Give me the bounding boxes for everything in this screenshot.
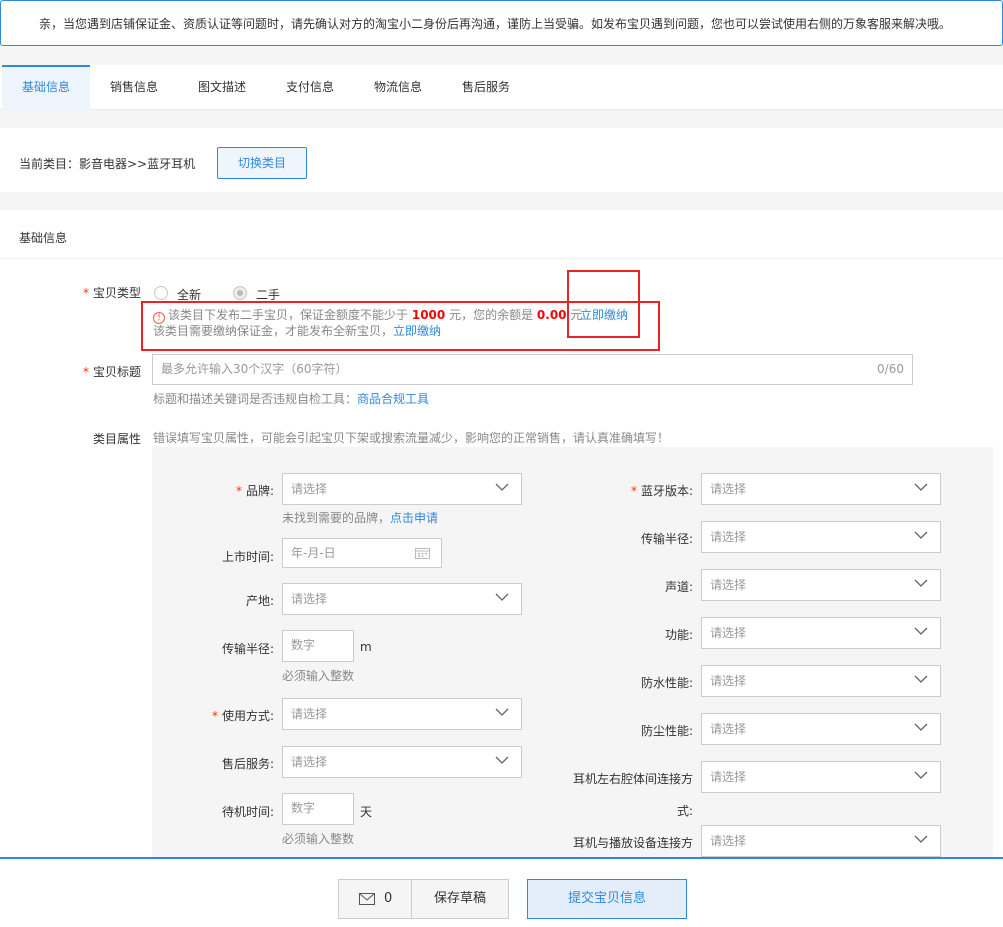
radio-new[interactable] [154,286,168,300]
chevron-down-icon [914,723,928,731]
lr-connect-label-2: 式: [676,804,693,818]
title-hint: 标题和描述关键词是否违规自检工具：商品合规工具 [153,392,430,406]
bt-version-select[interactable]: 请选择 [701,473,941,505]
chevron-down-icon [914,771,928,779]
tab-description[interactable]: 图文描述 [178,65,266,110]
save-draft-button[interactable]: 保存草稿 [411,879,509,919]
submit-button[interactable]: 提交宝贝信息 [527,879,687,919]
basic-info-card: 基础信息 * 宝贝类型 全新 二手 ! 该类目下发布二手宝贝，保证金额度不能少于 1… [0,210,1003,870]
bottom-action-bar: 0 保存草稿 提交宝贝信息 [0,857,1003,927]
attributes-panel: * 品牌: 请选择 未找到需要的品牌，点击申请 上市时间: 年-月-日 产地: 请… [152,447,993,870]
message-button[interactable]: 0 [338,879,411,919]
lr-connect-select[interactable]: 请选择 [701,761,941,793]
origin-select[interactable]: 请选择 [282,583,522,615]
brand-hint: 未找到需要的品牌，点击申请 [282,511,439,525]
bt-version-label: * 蓝牙版本: [630,484,693,498]
device-connect-label: 耳机与播放设备连接方 [572,836,693,850]
launch-time-label: 上市时间: [221,550,274,564]
after-sale-label: 售后服务: [221,757,274,771]
item-type-label: * 宝贝类型 [82,286,141,300]
chevron-down-icon [495,708,509,716]
brand-select[interactable]: 请选择 [282,473,522,505]
after-sale-select[interactable]: 请选择 [282,746,522,778]
brand-label: * 品牌: [235,484,274,498]
radio-used[interactable] [233,286,247,300]
range-unit: m [360,640,372,654]
calendar-icon [415,548,430,559]
tab-bar: 基础信息 销售信息 图文描述 支付信息 物流信息 售后服务 [0,65,1003,110]
origin-label: 产地: [245,594,274,608]
device-connect-select[interactable]: 请选择 [701,825,941,857]
tab-payment-info[interactable]: 支付信息 [266,65,354,110]
apply-brand-link[interactable]: 点击申请 [390,511,438,525]
attributes-warning: 错误填写宝贝属性，可能会引起宝贝下架或搜索流量减少，影响您的正常销售，请认真准确… [153,431,670,445]
mail-icon [359,893,375,905]
waterproof-select[interactable]: 请选择 [701,665,941,697]
title-counter: 0/60 [877,362,904,376]
chevron-down-icon [914,675,928,683]
switch-category-button[interactable]: 切换类目 [217,147,307,179]
standby-unit: 天 [360,805,373,819]
dustproof-label: 防尘性能: [640,724,693,738]
title-label: * 宝贝标题 [82,365,141,379]
function-label: 功能: [664,628,693,642]
usage-select[interactable]: 请选择 [282,698,522,730]
message-count: 0 [384,891,393,906]
title-input[interactable]: 最多允许输入30个汉字（60字符） 0/60 [152,354,913,385]
standby-input[interactable]: 数字 [282,793,354,825]
range-select[interactable]: 请选择 [701,521,941,553]
standby-hint: 必须输入整数 [282,832,355,846]
compliance-tool-link[interactable]: 商品合规工具 [357,392,429,406]
current-category: 当前类目：影音电器>>蓝牙耳机 [19,157,196,171]
attributes-label: 类目属性 [92,432,141,446]
range-input[interactable]: 数字 [282,630,354,662]
notice-text: 亲，当您遇到店铺保证金、资质认证等问题时，请先确认对方的淘宝小二身份后再沟通，谨… [39,17,952,31]
tab-after-sale[interactable]: 售后服务 [442,65,530,110]
range-hint: 必须输入整数 [282,669,355,683]
notice-banner: 亲，当您遇到店铺保证金、资质认证等问题时，请先确认对方的淘宝小二身份后再沟通，谨… [0,0,1003,46]
chevron-down-icon [495,756,509,764]
section-title: 基础信息 [0,210,1003,259]
highlight-box-pay-link [567,270,640,338]
dustproof-select[interactable]: 请选择 [701,713,941,745]
standby-label: 待机时间: [221,805,274,819]
chevron-down-icon [495,483,509,491]
tab-sales-info[interactable]: 销售信息 [90,65,178,110]
chevron-down-icon [914,579,928,587]
channel-select[interactable]: 请选择 [701,569,941,601]
lr-connect-label: 耳机左右腔体间连接方 [572,772,693,786]
function-select[interactable]: 请选择 [701,617,941,649]
chevron-down-icon [914,483,928,491]
range-label-right: 传输半径: [640,532,693,546]
usage-label: * 使用方式: [211,709,274,723]
chevron-down-icon [914,531,928,539]
category-bar: 当前类目：影音电器>>蓝牙耳机 切换类目 [0,128,1003,192]
chevron-down-icon [914,835,928,843]
launch-date-input[interactable]: 年-月-日 [282,538,442,568]
tab-basic-info[interactable]: 基础信息 [2,65,90,110]
waterproof-label: 防水性能: [640,676,693,690]
range-label-left: 传输半径: [221,642,274,656]
tab-logistics-info[interactable]: 物流信息 [354,65,442,110]
chevron-down-icon [495,593,509,601]
channel-label: 声道: [664,580,693,594]
chevron-down-icon [914,627,928,635]
